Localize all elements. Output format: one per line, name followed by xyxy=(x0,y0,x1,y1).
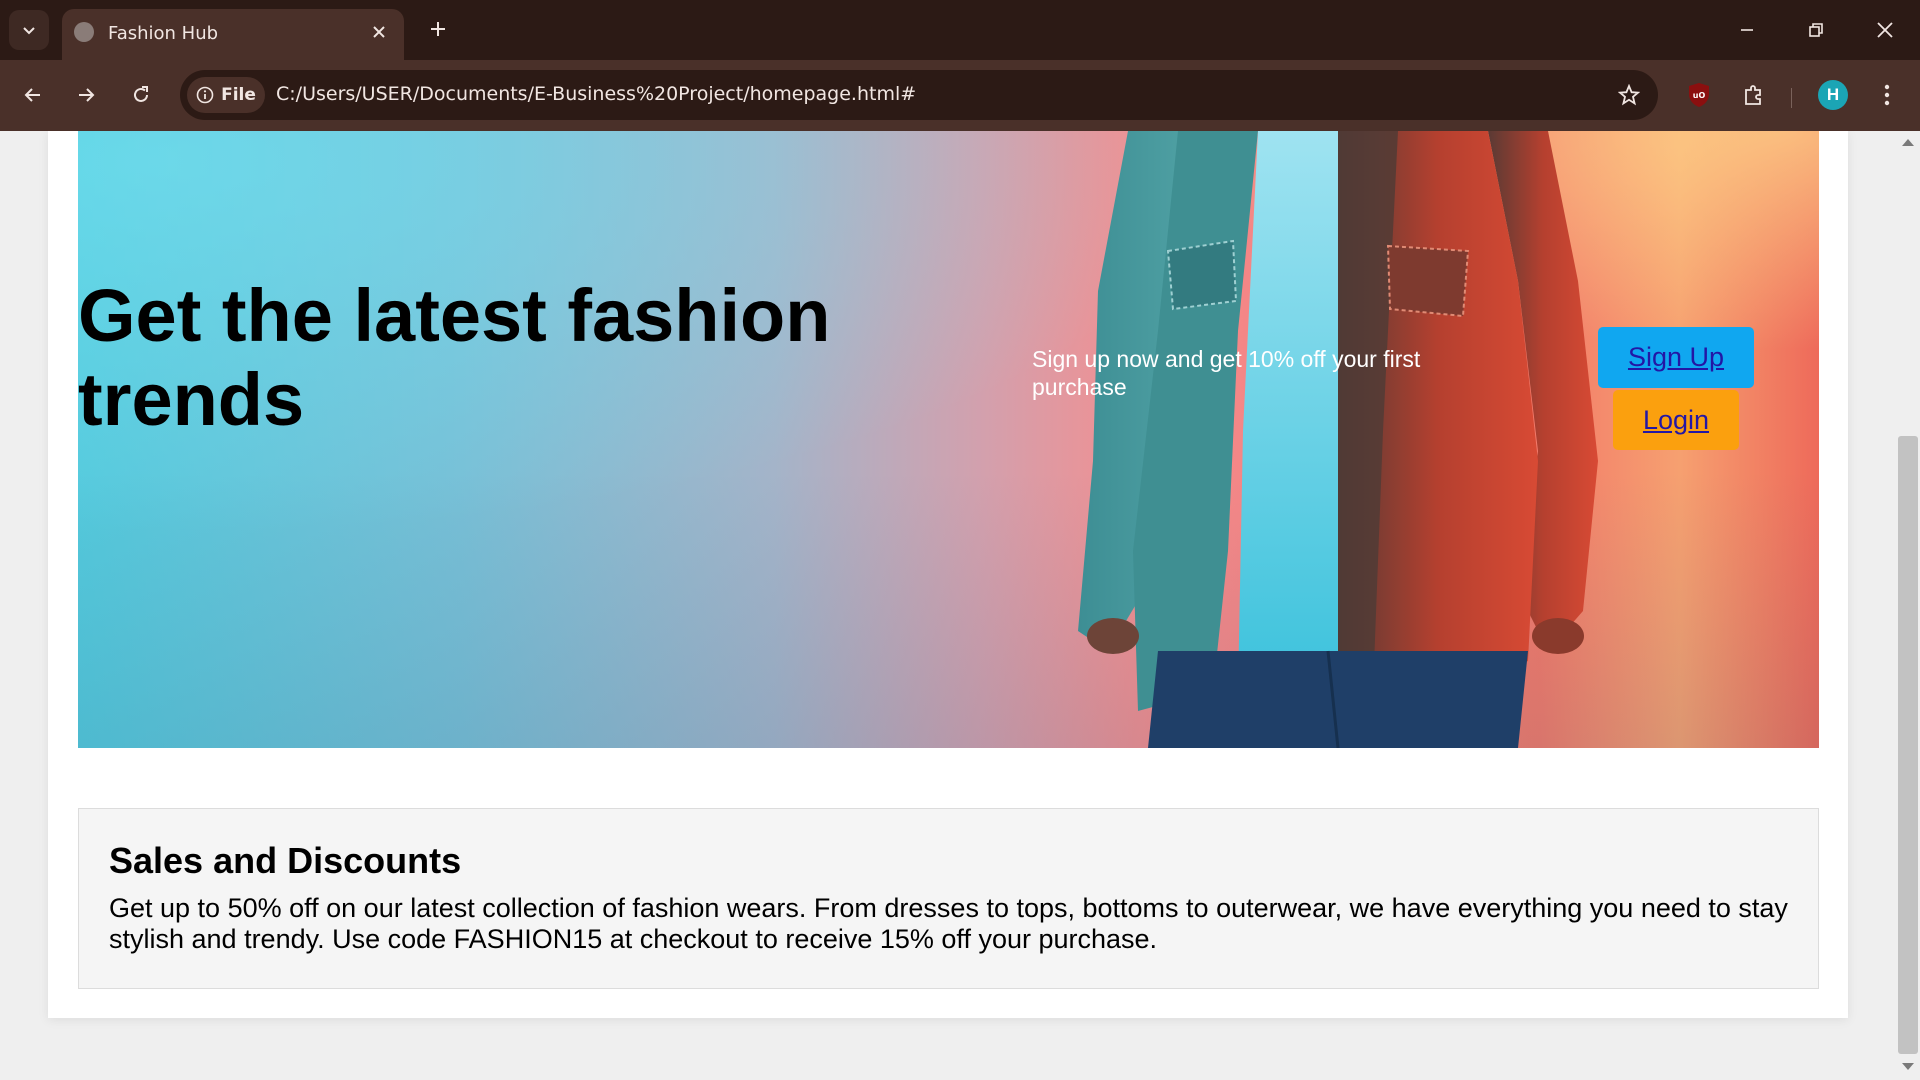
ublock-extension-button[interactable]: uO xyxy=(1682,78,1716,112)
sales-section: Sales and Discounts Get up to 50% off on… xyxy=(78,808,1819,989)
sales-title: Sales and Discounts xyxy=(109,840,462,881)
hero-subtext: Sign up now and get 10% off your first p… xyxy=(1032,346,1421,400)
extensions-button[interactable] xyxy=(1737,78,1771,112)
menu-button[interactable] xyxy=(1870,78,1904,112)
browser-toolbar: File C:/Users/USER/Documents/E-Business%… xyxy=(0,60,1920,131)
arrow-left-icon xyxy=(24,88,40,102)
puzzle-icon xyxy=(1745,85,1761,105)
close-icon xyxy=(373,26,385,38)
sales-description: Get up to 50% off on our latest collecti… xyxy=(109,893,1788,954)
tab-search-button[interactable] xyxy=(9,10,49,50)
globe-icon xyxy=(74,22,94,42)
chevron-down-icon xyxy=(23,27,35,35)
tab-close-button[interactable] xyxy=(368,21,390,43)
model-in-denim-jacket-image xyxy=(1078,131,1598,748)
reload-button[interactable] xyxy=(122,76,160,114)
page-viewport: Get the latest fashion trends Sign up no… xyxy=(0,131,1920,1080)
reload-icon xyxy=(134,86,148,102)
restore-button[interactable] xyxy=(1796,10,1836,50)
toolbar-divider xyxy=(1791,88,1792,108)
restore-icon xyxy=(1809,23,1823,37)
scroll-down-arrow-icon[interactable] xyxy=(1902,1063,1914,1070)
active-tab[interactable]: Fashion Hub xyxy=(62,9,404,60)
tab-title: Fashion Hub xyxy=(108,23,219,44)
arrow-right-icon xyxy=(79,88,95,102)
login-button[interactable]: Login xyxy=(1613,390,1739,450)
minimize-icon xyxy=(1741,29,1753,31)
bookmark-button[interactable] xyxy=(1616,82,1642,108)
minimize-button[interactable] xyxy=(1727,10,1767,50)
scrollbar-thumb[interactable] xyxy=(1898,436,1918,1054)
plus-icon xyxy=(431,22,445,36)
info-icon xyxy=(196,86,214,104)
site-info-button[interactable]: File xyxy=(187,77,265,113)
close-window-button[interactable] xyxy=(1865,10,1905,50)
page-container: Get the latest fashion trends Sign up no… xyxy=(48,131,1848,1018)
kebab-menu-icon xyxy=(1884,84,1890,106)
site-chip-label: File xyxy=(221,85,256,105)
back-button[interactable] xyxy=(14,76,52,114)
scroll-up-arrow-icon[interactable] xyxy=(1902,139,1914,146)
hero-banner: Get the latest fashion trends Sign up no… xyxy=(78,131,1819,748)
profile-avatar[interactable]: H xyxy=(1818,80,1848,110)
address-bar[interactable]: File C:/Users/USER/Documents/E-Business%… xyxy=(180,70,1658,120)
sign-up-button[interactable]: Sign Up xyxy=(1598,327,1754,388)
tab-strip: Fashion Hub xyxy=(0,0,1920,60)
close-icon xyxy=(1877,22,1893,38)
star-icon xyxy=(1618,84,1640,106)
ublock-shield-icon: uO xyxy=(1689,83,1709,107)
forward-button[interactable] xyxy=(67,76,105,114)
svg-text:uO: uO xyxy=(1693,91,1706,100)
hero-heading: Get the latest fashion trends xyxy=(78,274,831,441)
new-tab-button[interactable] xyxy=(422,13,454,45)
url-text[interactable]: C:/Users/USER/Documents/E-Business%20Pro… xyxy=(276,83,916,105)
